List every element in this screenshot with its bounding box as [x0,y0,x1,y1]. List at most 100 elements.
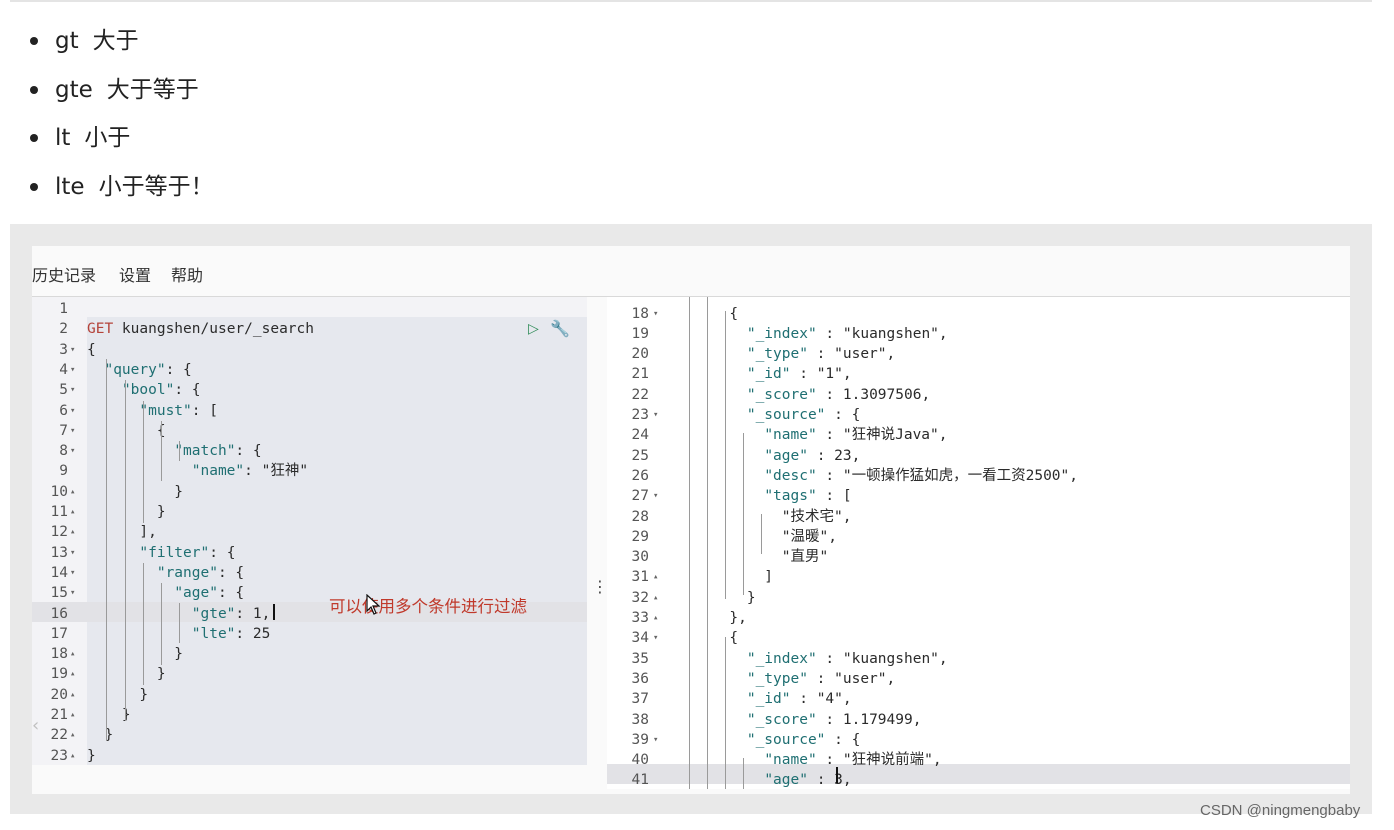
line-number: 27 [631,488,649,505]
code-line[interactable]: 18 ▾ { [607,304,1350,324]
fold-down-icon[interactable]: ▾ [653,304,658,324]
code-line[interactable]: 32 ▴ } [607,588,1350,608]
fold-up-icon[interactable]: ▴ [70,746,75,765]
code-line[interactable]: 33 ▴ }, [607,608,1350,628]
code-line[interactable]: 14 ▾ "range": { [32,563,587,583]
request-editor[interactable]: 1 2 GET kuangshen/user/_search 3 ▾{4 ▾ "query… [32,297,587,765]
code-line[interactable]: 37 "_id" : "4", [607,689,1350,709]
line-number: 22 [631,386,649,403]
fold-down-icon[interactable]: ▾ [70,563,75,583]
code-line[interactable]: 30 "直男" [607,547,1350,567]
code-line[interactable]: 6 ▾ "must": [ [32,401,587,421]
code-line[interactable]: 24 "name" : "狂神说Java", [607,425,1350,445]
vertical-dots-icon[interactable]: ⋮ [592,577,608,596]
operator-list: gt 大于 gte 大于等于 lt 小于 lte 小于等于！ [30,20,214,214]
fold-down-icon[interactable]: ▾ [70,583,75,603]
line-number: 10 [50,483,68,500]
code-line[interactable]: 22 ▴ } [32,725,587,745]
code-line[interactable]: 7 ▾ { [32,421,587,441]
code-text: "filter": { [139,544,236,561]
play-icon[interactable]: ▷ [528,321,539,337]
code-line[interactable]: 40 "name" : "狂神说前端", [607,750,1350,770]
code-line[interactable]: 17 "lte": 25 [32,624,587,644]
fold-up-icon[interactable]: ▴ [653,608,658,628]
line-number: 35 [631,650,649,667]
fold-down-icon[interactable]: ▾ [70,340,75,360]
code-line[interactable]: 12 ▴ ], [32,522,587,542]
line-number: 40 [631,752,649,769]
code-line[interactable]: 23 ▾ "_source" : { [607,405,1350,425]
fold-down-icon[interactable]: ▾ [653,405,658,425]
fold-down-icon[interactable]: ▾ [70,401,75,421]
line-number: 17 [50,625,68,642]
code-text: } [87,747,96,764]
code-line[interactable]: 26 "desc" : "一顿操作猛如虎，一看工资2500", [607,466,1350,486]
line-number: 26 [631,467,649,484]
code-line[interactable]: 35 "_index" : "kuangshen", [607,649,1350,669]
fold-down-icon[interactable]: ▾ [653,486,658,506]
fold-up-icon[interactable]: ▴ [70,522,75,542]
fold-down-icon[interactable]: ▾ [70,421,75,441]
code-text: "_id" : "4", [746,691,852,708]
indent-guide [143,401,144,523]
code-line[interactable]: 13 ▾ "filter": { [32,543,587,563]
code-line[interactable]: 39 ▾ "_source" : { [607,730,1350,750]
line-number: 20 [50,686,68,703]
pane-resizer[interactable]: ⋮ [587,297,608,789]
code-line[interactable]: 34 ▾ { [607,628,1350,648]
code-line[interactable]: 8 ▾ "match": { [32,441,587,461]
code-line[interactable]: 2 GET kuangshen/user/_search [32,319,587,339]
code-line[interactable]: 29 "温暖", [607,527,1350,547]
fold-down-icon[interactable]: ▾ [653,730,658,750]
code-line[interactable]: 27 ▾ "tags" : [ [607,486,1350,506]
code-line[interactable]: 31 ▴ ] [607,567,1350,587]
code-line[interactable]: 3 ▾ { [32,340,587,360]
code-line[interactable]: 36 "_type" : "user", [607,669,1350,689]
code-line[interactable]: 28 "技术宅", [607,507,1350,527]
fold-up-icon[interactable]: ▴ [70,705,75,725]
code-text: "query": { [104,361,192,378]
code-line[interactable]: 38 "_score" : 1.179499, [607,710,1350,730]
code-line[interactable]: 21 "_id" : "1", [607,364,1350,384]
code-line[interactable]: 25 "age" : 23, [607,446,1350,466]
code-line[interactable]: 20 ▴ } [32,685,587,705]
fold-down-icon[interactable]: ▾ [653,628,658,648]
fold-up-icon[interactable]: ▴ [70,685,75,705]
fold-up-icon[interactable]: ▴ [70,725,75,745]
code-line[interactable]: 4 ▾ "query": { [32,360,587,380]
fold-down-icon[interactable]: ▾ [70,543,75,563]
chevron-left-icon[interactable]: ‹ [32,715,39,736]
fold-up-icon[interactable]: ▴ [70,482,75,502]
code-line[interactable]: 19 ▴ } [32,664,587,684]
response-viewer[interactable]: 18 ▾ {19 "_index" : "kuangshen", 20 "_type… [607,297,1350,789]
code-line[interactable]: 5 ▾ "bool": { [32,380,587,400]
fold-up-icon[interactable]: ▴ [70,664,75,684]
code-line[interactable]: 22 "_score" : 1.3097506, [607,385,1350,405]
fold-down-icon[interactable]: ▾ [70,360,75,380]
fold-up-icon[interactable]: ▴ [653,588,658,608]
fold-down-icon[interactable]: ▾ [70,380,75,400]
menu-settings[interactable]: 设置 [119,262,151,286]
code-text: } [87,646,184,663]
fold-up-icon[interactable]: ▴ [70,502,75,522]
line-number: 3 [59,341,68,358]
code-line[interactable]: 20 "_type" : "user", [607,344,1350,364]
code-line[interactable]: 41 "age" : 3, [607,770,1350,789]
code-line[interactable]: 9 "name": "狂神" [32,461,587,481]
code-line[interactable]: 23 ▴} [32,746,587,765]
code-line[interactable]: 21 ▴ } [32,705,587,725]
fold-up-icon[interactable]: ▴ [70,644,75,664]
wrench-icon[interactable]: 🔧 [550,319,570,338]
operator-name: lt [55,125,71,151]
fold-down-icon[interactable]: ▾ [70,441,75,461]
menu-help[interactable]: 帮助 [171,262,203,286]
fold-up-icon[interactable]: ▴ [653,567,658,587]
code-line[interactable]: 1 [32,299,587,319]
operator-desc: 大于 [92,28,139,54]
code-line[interactable]: 10 ▴ } [32,482,587,502]
code-line[interactable]: 19 "_index" : "kuangshen", [607,324,1350,344]
code-line[interactable]: 18 ▴ } [32,644,587,664]
code-line[interactable]: 11 ▴ } [32,502,587,522]
menu-history[interactable]: 历史记录 [32,262,96,286]
code-text: "name" : "狂神说前端", [764,752,942,769]
